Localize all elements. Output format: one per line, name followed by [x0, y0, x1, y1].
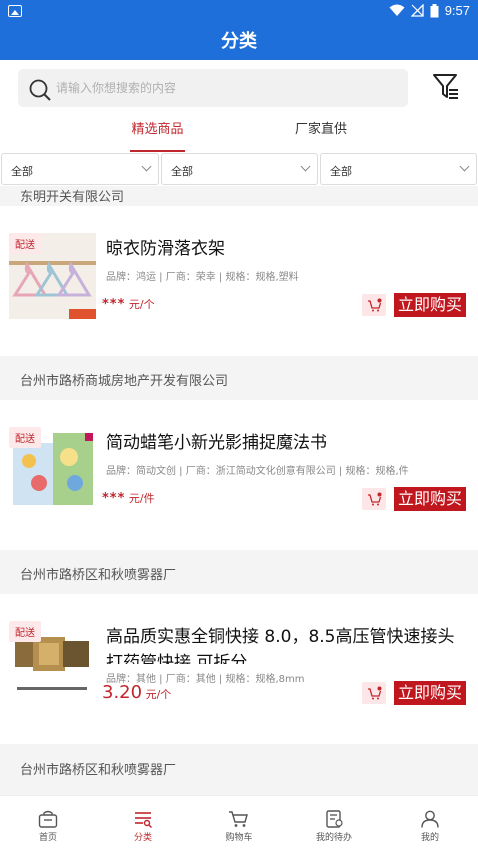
- cart-icon: [229, 811, 248, 827]
- add-to-cart-button[interactable]: [362, 682, 386, 704]
- product-price: *** 元/件: [102, 491, 155, 506]
- tab-featured-goods[interactable]: 精选商品: [130, 116, 185, 152]
- wifi-icon: [389, 4, 405, 16]
- buy-now-button[interactable]: 立即购买: [394, 681, 466, 705]
- buy-now-button[interactable]: 立即购买: [394, 487, 466, 511]
- user-icon: [421, 810, 439, 828]
- page-title: 分类: [221, 31, 257, 52]
- tab-bar: 精选商品 厂家直供: [0, 116, 478, 152]
- tab-factory-direct[interactable]: 厂家直供: [290, 116, 352, 152]
- product-image: 配送: [9, 427, 96, 513]
- cart-plus-icon: [368, 492, 382, 506]
- nav-category[interactable]: 分类: [113, 800, 173, 843]
- add-to-cart-button[interactable]: [362, 294, 386, 316]
- search-row: 请输入你想搜索的内容: [0, 60, 478, 116]
- add-to-cart-button[interactable]: [362, 488, 386, 510]
- gallery-notification-icon: [8, 5, 22, 17]
- product-card[interactable]: 配送 简动蜡笔小新光影捕捉魔法书 品牌：简动文创 | 厂商：浙江简动文化创意有限…: [0, 400, 478, 550]
- product-card[interactable]: 配送 高品质实惠全铜快接 8.0，8.5高压管快速接头 打药管快接 可拆分 品牌…: [0, 594, 478, 744]
- title-bar: 分类: [0, 24, 478, 60]
- chevron-down-icon: [300, 161, 311, 172]
- product-meta: 品牌：鸿运 | 厂商：荣幸 | 规格：规格,塑料: [106, 272, 299, 283]
- product-name[interactable]: 晾衣防滑落衣架: [106, 236, 470, 262]
- delivery-tag: 配送: [9, 233, 41, 254]
- product-image: 配送: [9, 233, 96, 319]
- product-price: *** 元/个: [102, 297, 155, 312]
- product-meta: 品牌：简动文创 | 厂商：浙江简动文化创意有限公司 | 规格：规格,件: [106, 466, 409, 477]
- delivery-tag: 配送: [9, 621, 41, 642]
- cart-plus-icon: [368, 686, 382, 700]
- company-header: 台州市路桥区和秋喷雾器厂: [0, 550, 478, 594]
- chevron-down-icon: [141, 161, 152, 172]
- product-image: 配送: [9, 621, 96, 707]
- category-icon: [135, 812, 152, 828]
- nav-home[interactable]: 首页: [18, 800, 78, 843]
- status-bar: 9:57: [0, 0, 478, 24]
- product-name[interactable]: 高品质实惠全铜快接 8.0，8.5高压管快速接头 打药管快接 可拆分: [106, 624, 470, 664]
- tab-label: 精选商品: [131, 122, 184, 137]
- filter-dropdown-1[interactable]: 全部: [1, 153, 159, 185]
- todo-icon: [326, 810, 343, 828]
- company-header: 台州市路桥区和秋喷雾器厂: [0, 745, 478, 789]
- bottom-nav: 首页 分类 购物车 我的待办 我的: [0, 795, 478, 850]
- chevron-down-icon: [459, 161, 470, 172]
- product-list[interactable]: 东明开关有限公司 配送 晾衣防滑落衣架 品牌：鸿运 | 厂商：荣幸 | 规格：规…: [0, 186, 478, 791]
- search-icon: [29, 79, 51, 101]
- search-input[interactable]: 请输入你想搜索的内容: [18, 69, 408, 107]
- delivery-tag: 配送: [9, 427, 41, 448]
- product-name[interactable]: 简动蜡笔小新光影捕捉魔法书: [106, 430, 470, 456]
- battery-icon: [430, 3, 439, 17]
- product-price: 3.20 元/个: [102, 682, 172, 703]
- buy-now-button[interactable]: 立即购买: [394, 293, 466, 317]
- filter-dropdown-3[interactable]: 全部: [320, 153, 477, 185]
- signal-icon: [410, 4, 424, 17]
- home-icon: [38, 810, 58, 828]
- search-placeholder: 请输入你想搜索的内容: [56, 81, 177, 95]
- nav-profile[interactable]: 我的: [400, 800, 460, 843]
- tab-label: 厂家直供: [294, 122, 347, 137]
- company-header: 台州市路桥商城房地产开发有限公司: [0, 356, 478, 400]
- clock: 9:57: [444, 3, 470, 18]
- product-card[interactable]: 配送 晾衣防滑落衣架 品牌：鸿运 | 厂商：荣幸 | 规格：规格,塑料 *** …: [0, 206, 478, 356]
- filter-bar: 全部 全部 全部: [0, 152, 478, 186]
- nav-todo[interactable]: 我的待办: [304, 800, 364, 843]
- filter-dropdown-2[interactable]: 全部: [161, 153, 318, 185]
- filter-icon[interactable]: [432, 73, 460, 101]
- nav-cart[interactable]: 购物车: [209, 800, 269, 843]
- cart-plus-icon: [368, 298, 382, 312]
